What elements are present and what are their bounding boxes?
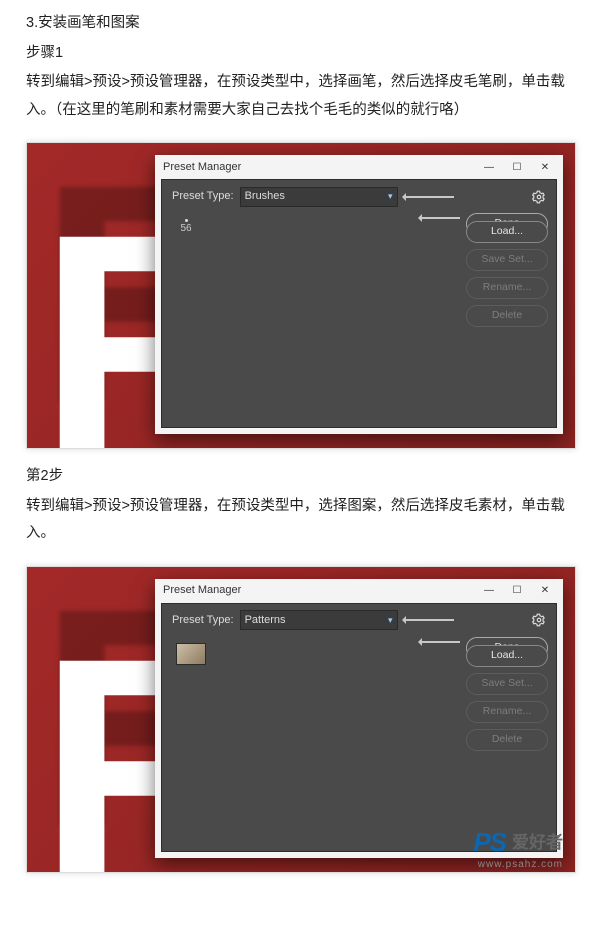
- rename-button[interactable]: Rename...: [466, 277, 548, 299]
- save-set-button[interactable]: Save Set...: [466, 673, 548, 695]
- delete-button[interactable]: Delete: [466, 305, 548, 327]
- preset-grid[interactable]: [170, 637, 458, 843]
- preset-type-value: Brushes: [245, 186, 285, 207]
- preset-manager-window: Preset Manager — ☐ ✕ Preset Type: Brushe…: [155, 155, 563, 434]
- window-close-button[interactable]: ✕: [531, 580, 559, 602]
- screenshot-patterns: F F Preset Manager — ☐ ✕ Preset Type: Pa…: [26, 566, 576, 873]
- preset-manager-window: Preset Manager — ☐ ✕ Preset Type: Patter…: [155, 579, 563, 858]
- window-maximize-button[interactable]: ☐: [503, 580, 531, 602]
- watermark-url: www.psahz.com: [478, 855, 563, 873]
- preset-type-label: Preset Type:: [172, 186, 234, 207]
- annotation-arrow-type: [404, 619, 454, 621]
- chevron-down-icon: ▾: [388, 612, 393, 629]
- window-minimize-button[interactable]: —: [475, 156, 503, 178]
- window-titlebar: Preset Manager — ☐ ✕: [155, 579, 563, 603]
- preset-grid[interactable]: 56: [170, 213, 458, 419]
- window-minimize-button[interactable]: —: [475, 580, 503, 602]
- load-button[interactable]: Load...: [466, 645, 548, 667]
- window-title: Preset Manager: [163, 157, 241, 178]
- brush-size: 56: [180, 223, 191, 234]
- step2-label: 第2步: [26, 463, 574, 491]
- window-titlebar: Preset Manager — ☐ ✕: [155, 155, 563, 179]
- gear-icon[interactable]: [532, 190, 546, 204]
- screenshot-brushes: F F Preset Manager — ☐ ✕ Preset Type: Br…: [26, 142, 576, 449]
- load-button[interactable]: Load...: [466, 221, 548, 243]
- annotation-arrow-load: [420, 641, 460, 643]
- brush-item[interactable]: 56: [174, 219, 198, 234]
- step2-text: 转到编辑>预设>预设管理器，在预设类型中，选择图案，然后选择皮毛素材，单击载入。: [26, 493, 574, 548]
- rename-button[interactable]: Rename...: [466, 701, 548, 723]
- window-close-button[interactable]: ✕: [531, 156, 559, 178]
- annotation-arrow-load: [420, 217, 460, 219]
- delete-button[interactable]: Delete: [466, 729, 548, 751]
- step1-label: 步骤1: [26, 40, 574, 68]
- gear-icon[interactable]: [532, 613, 546, 627]
- preset-type-value: Patterns: [245, 610, 286, 631]
- preset-type-label: Preset Type:: [172, 610, 234, 631]
- preset-type-select[interactable]: Patterns ▾: [240, 610, 398, 630]
- annotation-arrow-type: [404, 196, 454, 198]
- chevron-down-icon: ▾: [388, 188, 393, 205]
- save-set-button[interactable]: Save Set...: [466, 249, 548, 271]
- window-title: Preset Manager: [163, 580, 241, 601]
- pattern-item[interactable]: [176, 643, 206, 665]
- step1-text: 转到编辑>预设>预设管理器，在预设类型中，选择画笔，然后选择皮毛笔刷，单击载入。…: [26, 69, 574, 124]
- preset-type-select[interactable]: Brushes ▾: [240, 187, 398, 207]
- section-title: 3.安装画笔和图案: [26, 10, 574, 38]
- window-maximize-button[interactable]: ☐: [503, 156, 531, 178]
